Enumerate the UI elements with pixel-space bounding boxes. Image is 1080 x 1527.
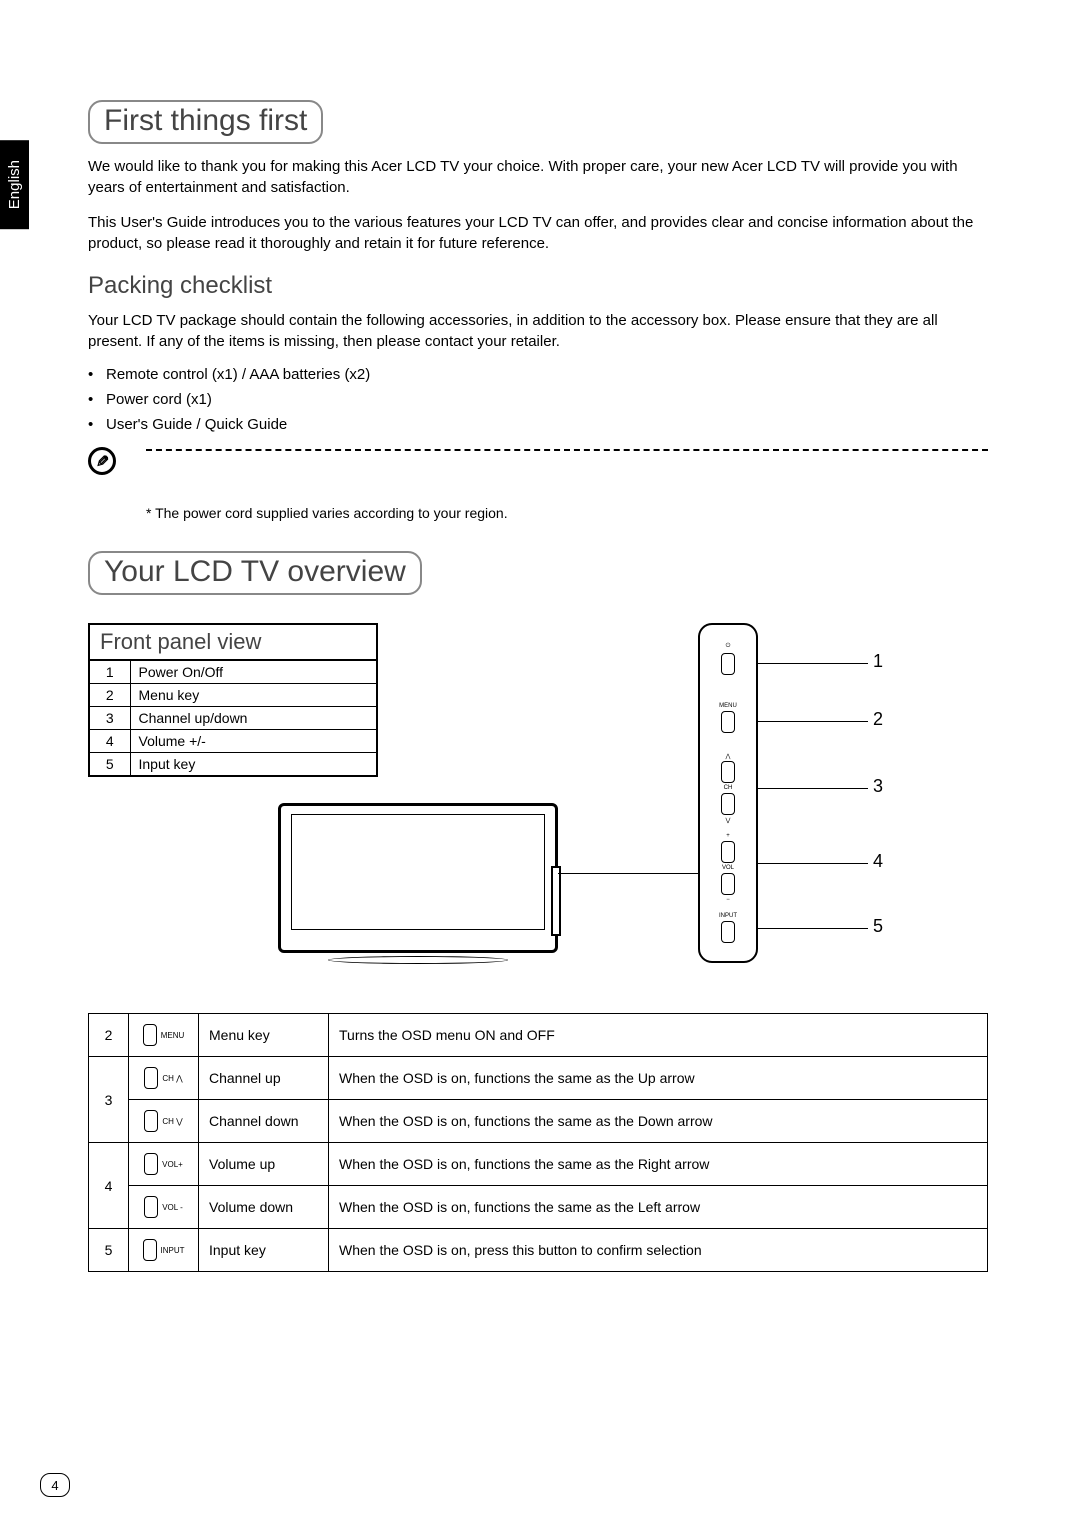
language-tab: English (0, 140, 29, 229)
packing-list: Remote control (x1) / AAA batteries (x2)… (88, 366, 988, 433)
list-item: Remote control (x1) / AAA batteries (x2) (88, 366, 988, 383)
list-item: User's Guide / Quick Guide (88, 416, 988, 433)
power-button (721, 653, 735, 675)
menu-label: MENU (719, 703, 737, 709)
note-text: * The power cord supplied varies accordi… (146, 505, 988, 521)
table-row: 2Menu key (90, 684, 376, 707)
callout-1: 1 (873, 651, 883, 672)
table-row: 5 INPUT Input key When the OSD is on, pr… (89, 1229, 988, 1272)
intro-paragraph-2: This User's Guide introduces you to the … (88, 212, 988, 254)
table-row: 4 VOL+ Volume up When the OSD is on, fun… (89, 1143, 988, 1186)
section-title-overview: Your LCD TV overview (88, 551, 422, 595)
function-table: 2 MENU Menu key Turns the OSD menu ON an… (88, 1013, 988, 1272)
note-row (88, 447, 988, 475)
ch-up-button (721, 761, 735, 783)
dashed-divider (146, 449, 988, 451)
vol-up-button (721, 841, 735, 863)
intro-paragraph-1: We would like to thank you for making th… (88, 156, 988, 198)
callout-4: 4 (873, 851, 883, 872)
power-icon: ⏻ (726, 643, 731, 650)
note-icon (88, 447, 116, 475)
front-panel-table: Front panel view 1Power On/Off 2Menu key… (88, 623, 378, 777)
table-row: 1Power On/Off (90, 661, 376, 684)
input-label: INPUT (719, 913, 737, 919)
menu-button (721, 711, 735, 733)
packing-intro: Your LCD TV package should contain the f… (88, 310, 988, 352)
table-row: 3 CH ⋀ Channel up When the OSD is on, fu… (89, 1057, 988, 1100)
callout-5: 5 (873, 916, 883, 937)
tv-illustration (278, 803, 558, 973)
ch-down-button (721, 793, 735, 815)
vol-label: VOL (722, 865, 734, 871)
table-row: 2 MENU Menu key Turns the OSD menu ON an… (89, 1014, 988, 1057)
tv-side-panel: ⏻ MENU ⋀ CH ⋁ + VOL − INPUT (698, 623, 758, 963)
section-title-first-things: First things first (88, 100, 323, 144)
packing-checklist-heading: Packing checklist (88, 272, 988, 300)
callout-2: 2 (873, 709, 883, 730)
table-row: 5Input key (90, 753, 376, 776)
page-content: First things first We would like to than… (88, 100, 988, 1272)
page-number: 4 (40, 1473, 70, 1497)
table-row: CH ⋁ Channel down When the OSD is on, fu… (89, 1100, 988, 1143)
callout-3: 3 (873, 776, 883, 797)
input-button (721, 921, 735, 943)
ch-label: CH (724, 785, 733, 791)
table-row: 4Volume +/- (90, 730, 376, 753)
table-row: VOL - Volume down When the OSD is on, fu… (89, 1186, 988, 1229)
front-panel-heading: Front panel view (90, 625, 376, 660)
vol-down-button (721, 873, 735, 895)
diagram-area: ⏻ MENU ⋀ CH ⋁ + VOL − INPUT 1 2 (438, 623, 978, 983)
list-item: Power cord (x1) (88, 391, 988, 408)
table-row: 3Channel up/down (90, 707, 376, 730)
